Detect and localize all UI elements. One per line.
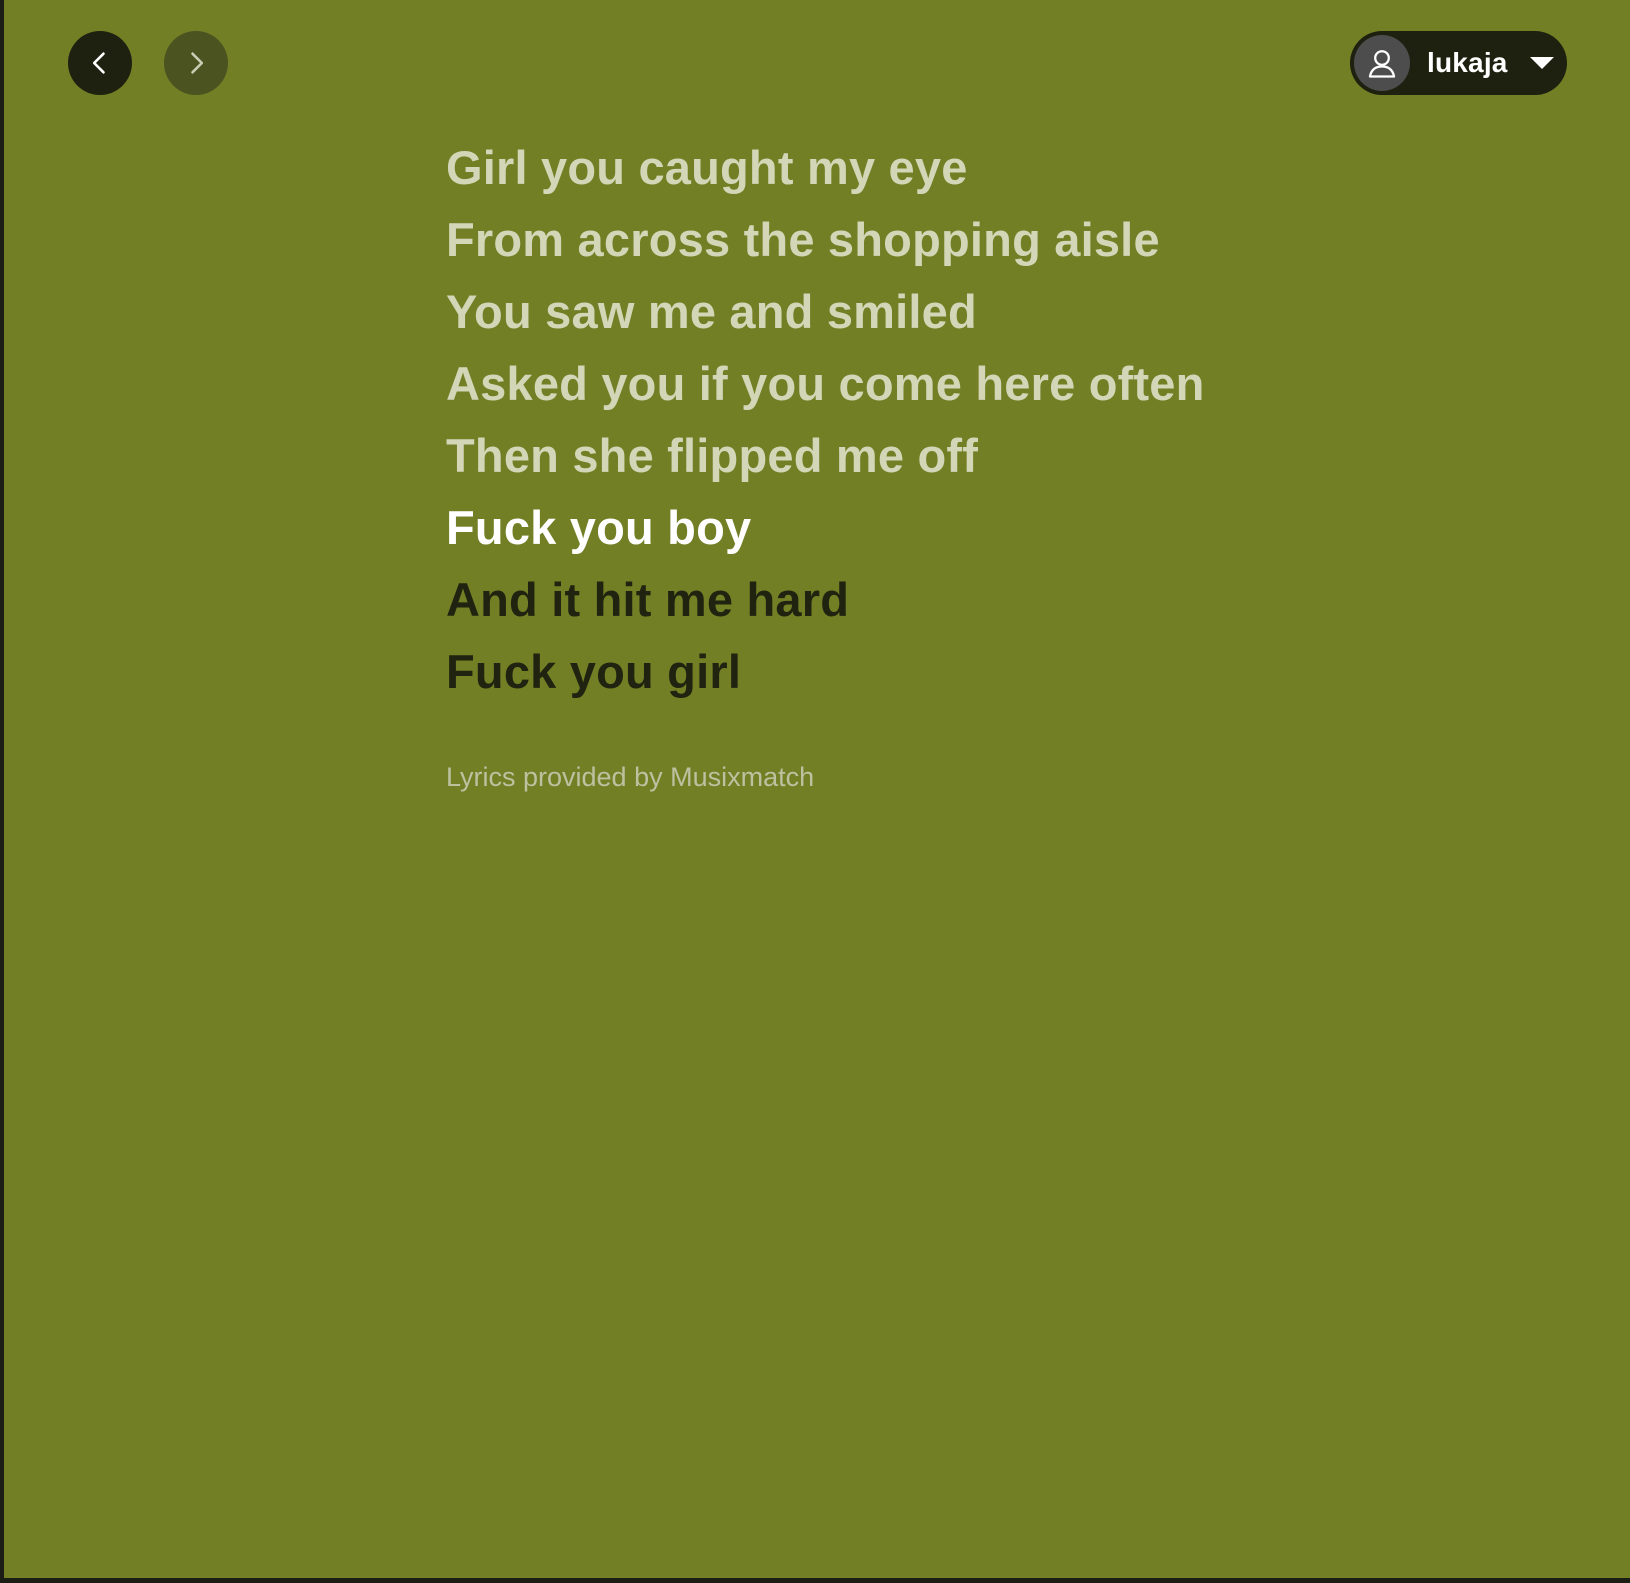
avatar <box>1354 35 1410 91</box>
forward-button[interactable] <box>164 31 228 95</box>
lyric-line[interactable]: Then she flipped me off <box>446 420 1205 492</box>
chevron-right-icon <box>191 52 204 74</box>
lyrics-view: lukaja Girl you caught my eye From across… <box>4 0 1630 1578</box>
lyric-line[interactable]: Asked you if you come here often <box>446 348 1205 420</box>
username: lukaja <box>1427 47 1508 78</box>
user-menu-button[interactable]: lukaja <box>1350 31 1567 95</box>
lyric-line[interactable]: You saw me and smiled <box>446 276 1205 348</box>
lyric-line[interactable]: Girl you caught my eye <box>446 132 1205 204</box>
lyrics-credit: Lyrics provided by Musixmatch <box>446 762 815 792</box>
chevron-left-icon <box>92 52 105 74</box>
back-button[interactable] <box>68 31 132 95</box>
user-icon <box>1368 50 1396 78</box>
caret-down-icon <box>1529 57 1554 69</box>
lyric-line[interactable]: Fuck you girl <box>446 636 1205 708</box>
lyric-line[interactable]: From across the shopping aisle <box>446 204 1205 276</box>
lyric-line[interactable]: Fuck you boy <box>446 492 1205 564</box>
lyrics-list: Girl you caught my eye From across the sh… <box>446 132 1205 708</box>
lyric-line[interactable]: And it hit me hard <box>446 564 1205 636</box>
